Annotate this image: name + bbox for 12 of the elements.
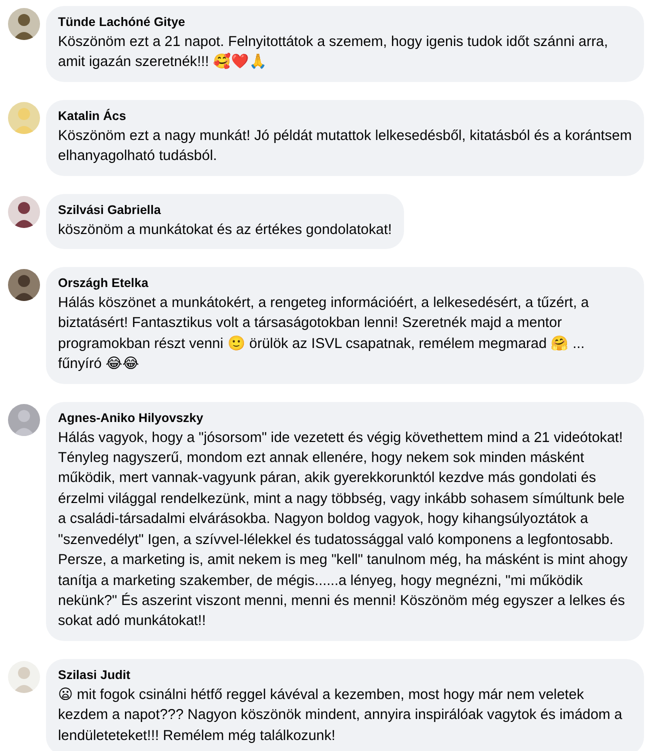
comment-author[interactable]: Tünde Lachóné Gitye bbox=[58, 14, 632, 30]
comment-text: Köszönöm ezt a 21 napot. Felnyitottátok a szemem, hogy igenis tudok időt szánni arra, amit igazán szeretnék!!! 🥰❤🙏 bbox=[58, 33, 609, 72]
comment-text: Hálás köszönet a munkátokért, a rengeteg információért, a lelkesedésért, a tűzért, a biztatásért! Fantasztikus volt a társaságotokban lenni! Szeretnék majd a mentor programokban részt venni 🙂 örülök az ISVL csapatnak, remélem megmarad 🤗 ... fűnyíró 😂😂 bbox=[58, 294, 590, 374]
comment-author[interactable]: Katalin Ács bbox=[58, 108, 632, 124]
comment-author[interactable]: Szilvási Gabriella bbox=[58, 202, 392, 218]
comment-text: Köszönöm ezt a nagy munkát! Jó példát mutattok lelkesedésből, kitatásból és a korántsem elhanyagolható tudásból. bbox=[58, 126, 632, 166]
comment-text: 😦 mit fogok csinálni hétfő reggel kávéval a kezemben, most hogy már nem veletek kezdem a napot??? Nagyon köszönök mindent, annyira inspirálóak vagytok és imádom a lendületeteket!!! Remélem még találkozunk! bbox=[58, 686, 624, 746]
comment-text: Hálás vagyok, hogy a "jósorsom" ide vezetett és végig követhettem mind a 21 videótokat! Tényleg nagyszerű, mondom ezt annak ellenére, hogy nekem sok minden másként működik, mert vannak-vagyunk páran, akik gyerekkorunktól kezdve más gondolati és érzelmi világgal rendelkezünk, mint a nagy többség, vagy inkább sohasem símúltunk bele a családi-társadalmi elvárásokba. Nagyon boldog vagyok, hogy kihangsúlyoztátok a "szenvedélyt" Igen, a szívvel-lélekkel és tudatossággal való komponens a legfontosabb. Persze, a marketing is, amit nekem is meg "kell" tanulnom még, ha másként is mint ahogy tanítja a marketing szakember, de mégis......a lényeg, hogy megnézni, "mi működik nekünk?" És aszerint viszont menni, menni és menni! Köszönöm még egyszer a lelkes és sokat adó munkátokat!! bbox=[58, 428, 629, 632]
comment-text: köszönöm a munkátokat és az értékes gondolatokat! bbox=[58, 220, 392, 240]
comment-author[interactable]: Szilasi Judit bbox=[58, 666, 632, 683]
comment-author[interactable]: Agnes-Aniko Hilyovszky bbox=[58, 410, 632, 426]
comment-author[interactable]: Országh Etelka bbox=[58, 275, 632, 292]
